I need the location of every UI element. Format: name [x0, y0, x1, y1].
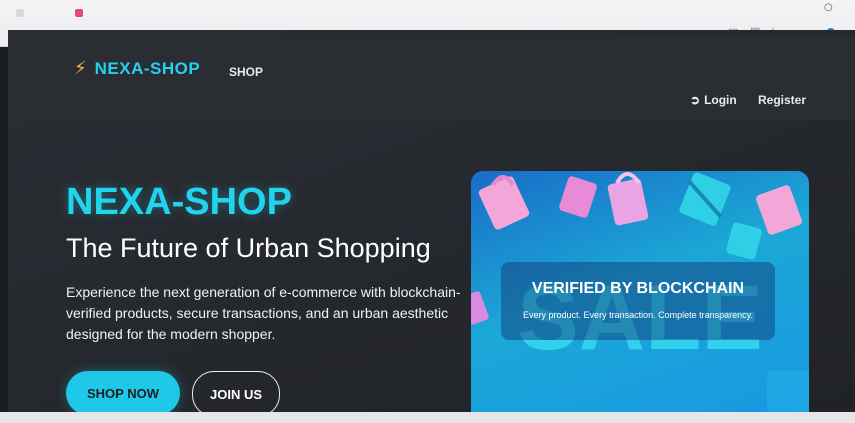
register-link[interactable]: Register: [758, 93, 806, 107]
window-maximize-icon[interactable]: ○: [824, 2, 833, 13]
hero-title: NEXA-SHOP: [66, 181, 292, 223]
shopping-bag-5: [756, 185, 802, 235]
lightning-bolt-icon: ⚡: [74, 58, 87, 79]
login-label: Login: [704, 93, 737, 107]
hero-image-card: SALE VERIFIED BY BLOCKCHAIN Every produc…: [471, 171, 809, 423]
os-taskbar: [0, 412, 855, 423]
navbar: ⚡ NEXA-SHOP SHOP ➲ Login Register: [8, 38, 855, 120]
shop-now-button[interactable]: SHOP NOW: [66, 371, 180, 415]
brand[interactable]: ⚡ NEXA-SHOP: [74, 58, 200, 79]
tab-icon[interactable]: [16, 9, 24, 17]
blockchain-badge: VERIFIED BY BLOCKCHAIN Every product. Ev…: [501, 262, 775, 340]
hero-subtitle: The Future of Urban Shopping: [66, 233, 431, 263]
badge-text: Every product. Every transaction. Comple…: [523, 310, 753, 320]
hero-section: NEXA-SHOP The Future of Urban Shopping E…: [66, 180, 466, 345]
shopping-bag-3: [607, 172, 649, 226]
badge-title: VERIFIED BY BLOCKCHAIN: [531, 280, 745, 297]
tab-favicon[interactable]: [75, 9, 83, 17]
shopping-bag-2: [559, 176, 597, 218]
join-us-button[interactable]: JOIN US: [192, 371, 280, 417]
login-icon: ➲: [690, 93, 701, 107]
login-link[interactable]: ➲ Login: [690, 93, 737, 107]
shopping-bag-6: [726, 222, 762, 260]
shopping-bag-1: [478, 175, 530, 230]
hero-description: Experience the next generation of e-comm…: [66, 284, 461, 342]
shopping-bag-4: [679, 172, 731, 226]
app-page: ⚡ NEXA-SHOP SHOP ➲ Login Register NEXA-S…: [8, 30, 855, 423]
brand-name: NEXA-SHOP: [94, 58, 201, 78]
nav-link-shop[interactable]: SHOP: [229, 65, 263, 79]
